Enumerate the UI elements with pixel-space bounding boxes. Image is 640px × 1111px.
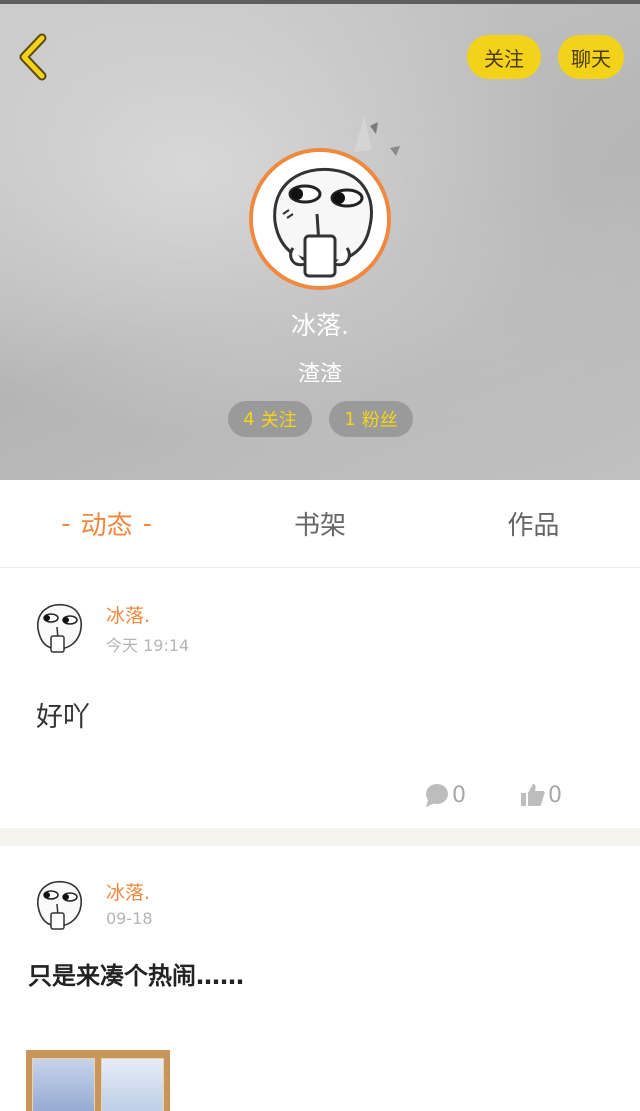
status-bar-line: [0, 0, 640, 4]
comment-bubble-icon: [426, 784, 448, 807]
like-button[interactable]: 0: [520, 779, 562, 811]
feed-divider: [0, 828, 640, 846]
profile-header: 关注 聊天 冰落. 渣渣 4 关注 1 粉丝: [0, 0, 640, 480]
book-cover-image[interactable]: [101, 1058, 164, 1111]
feed-post[interactable]: 冰落. 09-18 只是来凑个热闹……: [0, 846, 640, 1111]
comment-button[interactable]: 0: [424, 779, 466, 811]
profile-avatar[interactable]: [249, 148, 391, 290]
profile-tabs: - 动态 - 书架 作品: [0, 480, 640, 568]
like-count: 0: [548, 782, 562, 808]
following-label: 关注: [260, 410, 297, 431]
fans-count: 1: [344, 408, 356, 430]
avatar-image: [253, 152, 387, 286]
chat-button[interactable]: 聊天: [558, 35, 624, 79]
post-author-avatar[interactable]: [30, 599, 86, 655]
feed-post[interactable]: 冰落. 今天 19:14 好吖 0 0: [0, 569, 640, 828]
fans-count-button[interactable]: 1 粉丝: [329, 401, 413, 437]
post-author-name[interactable]: 冰落.: [106, 878, 150, 905]
back-button[interactable]: [14, 32, 58, 82]
post-author-avatar[interactable]: [30, 876, 86, 932]
post-book-images[interactable]: [26, 1050, 170, 1111]
thumbs-up-icon: [521, 784, 545, 806]
post-timestamp: 今天 19:14: [106, 636, 190, 655]
post-timestamp: 09-18: [106, 909, 153, 928]
tab-active-marker-right: -: [142, 508, 153, 539]
post-content: 好吖: [36, 702, 90, 733]
tab-works-label: 作品: [507, 511, 560, 541]
tab-bookshelf[interactable]: 书架: [213, 480, 426, 567]
following-count: 4: [243, 408, 255, 430]
tab-bookshelf-label: 书架: [293, 511, 346, 541]
post-author-name[interactable]: 冰落.: [106, 601, 150, 628]
profile-username: 冰落.: [291, 311, 349, 340]
book-cover-image[interactable]: [32, 1058, 95, 1111]
chevron-left-icon: [19, 33, 47, 81]
profile-signature: 渣渣: [297, 362, 342, 387]
follow-button-label: 关注: [484, 46, 524, 71]
follow-button[interactable]: 关注: [467, 35, 541, 79]
comment-count: 0: [452, 782, 466, 808]
post-content: 只是来凑个热闹……: [28, 962, 244, 990]
tab-activity[interactable]: - 动态 -: [0, 480, 213, 567]
tab-active-marker-left: -: [61, 508, 71, 539]
tab-activity-label: 动态: [80, 511, 133, 541]
following-count-button[interactable]: 4 关注: [228, 401, 312, 437]
chat-button-label: 聊天: [571, 46, 611, 71]
tab-works[interactable]: 作品: [427, 480, 640, 567]
sparkle-decoration: [354, 116, 400, 156]
fans-label: 粉丝: [361, 410, 398, 431]
